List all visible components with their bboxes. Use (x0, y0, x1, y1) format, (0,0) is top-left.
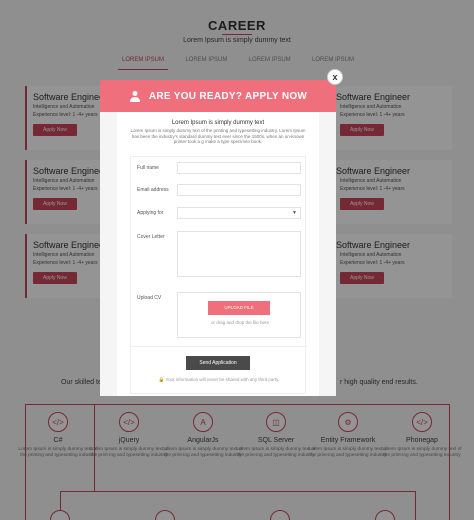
send-application-button[interactable]: Send Application (186, 356, 250, 370)
full-name-label: Full name (137, 165, 159, 171)
form-divider (131, 346, 307, 347)
lock-icon: 🔒 (158, 377, 165, 382)
modal-header: ARE YOU READY? APPLY NOW (100, 80, 336, 112)
applying-for-label: Applying for (137, 210, 164, 216)
upload-drop-zone[interactable]: UPLOAD FILE or drag and drop the file he… (177, 292, 301, 338)
modal-title: Lorem Ipsum is simply dummy text (171, 120, 265, 126)
user-icon (129, 90, 141, 102)
upload-cv-label: Upload CV (137, 295, 162, 301)
modal-description: Lorem Ipsum is simply dummy text of the … (130, 128, 306, 144)
close-modal-button[interactable]: x (327, 69, 343, 85)
cover-letter-textarea[interactable] (177, 231, 301, 277)
upload-file-button[interactable]: UPLOAD FILE (208, 301, 270, 315)
privacy-text: Your information will never be shared wi… (165, 377, 280, 382)
upload-hint: or drag and drop the file here (210, 320, 270, 325)
cover-letter-label: Cover Letter (137, 234, 165, 240)
privacy-note: 🔒 Your information will never be shared … (131, 377, 307, 383)
application-form: Full name Email address Applying for ▼ C… (130, 156, 307, 394)
modal-panel: Lorem Ipsum is simply dummy text Lorem I… (117, 112, 319, 396)
email-field[interactable] (177, 184, 301, 196)
full-name-field[interactable] (177, 162, 301, 174)
email-label: Email address (137, 187, 169, 193)
modal-header-title: ARE YOU READY? APPLY NOW (148, 90, 308, 102)
apply-modal: ARE YOU READY? APPLY NOW Lorem Ipsum is … (100, 80, 336, 396)
dropdown-arrow-icon: ▼ (292, 210, 297, 216)
applying-for-select[interactable]: ▼ (177, 207, 301, 219)
